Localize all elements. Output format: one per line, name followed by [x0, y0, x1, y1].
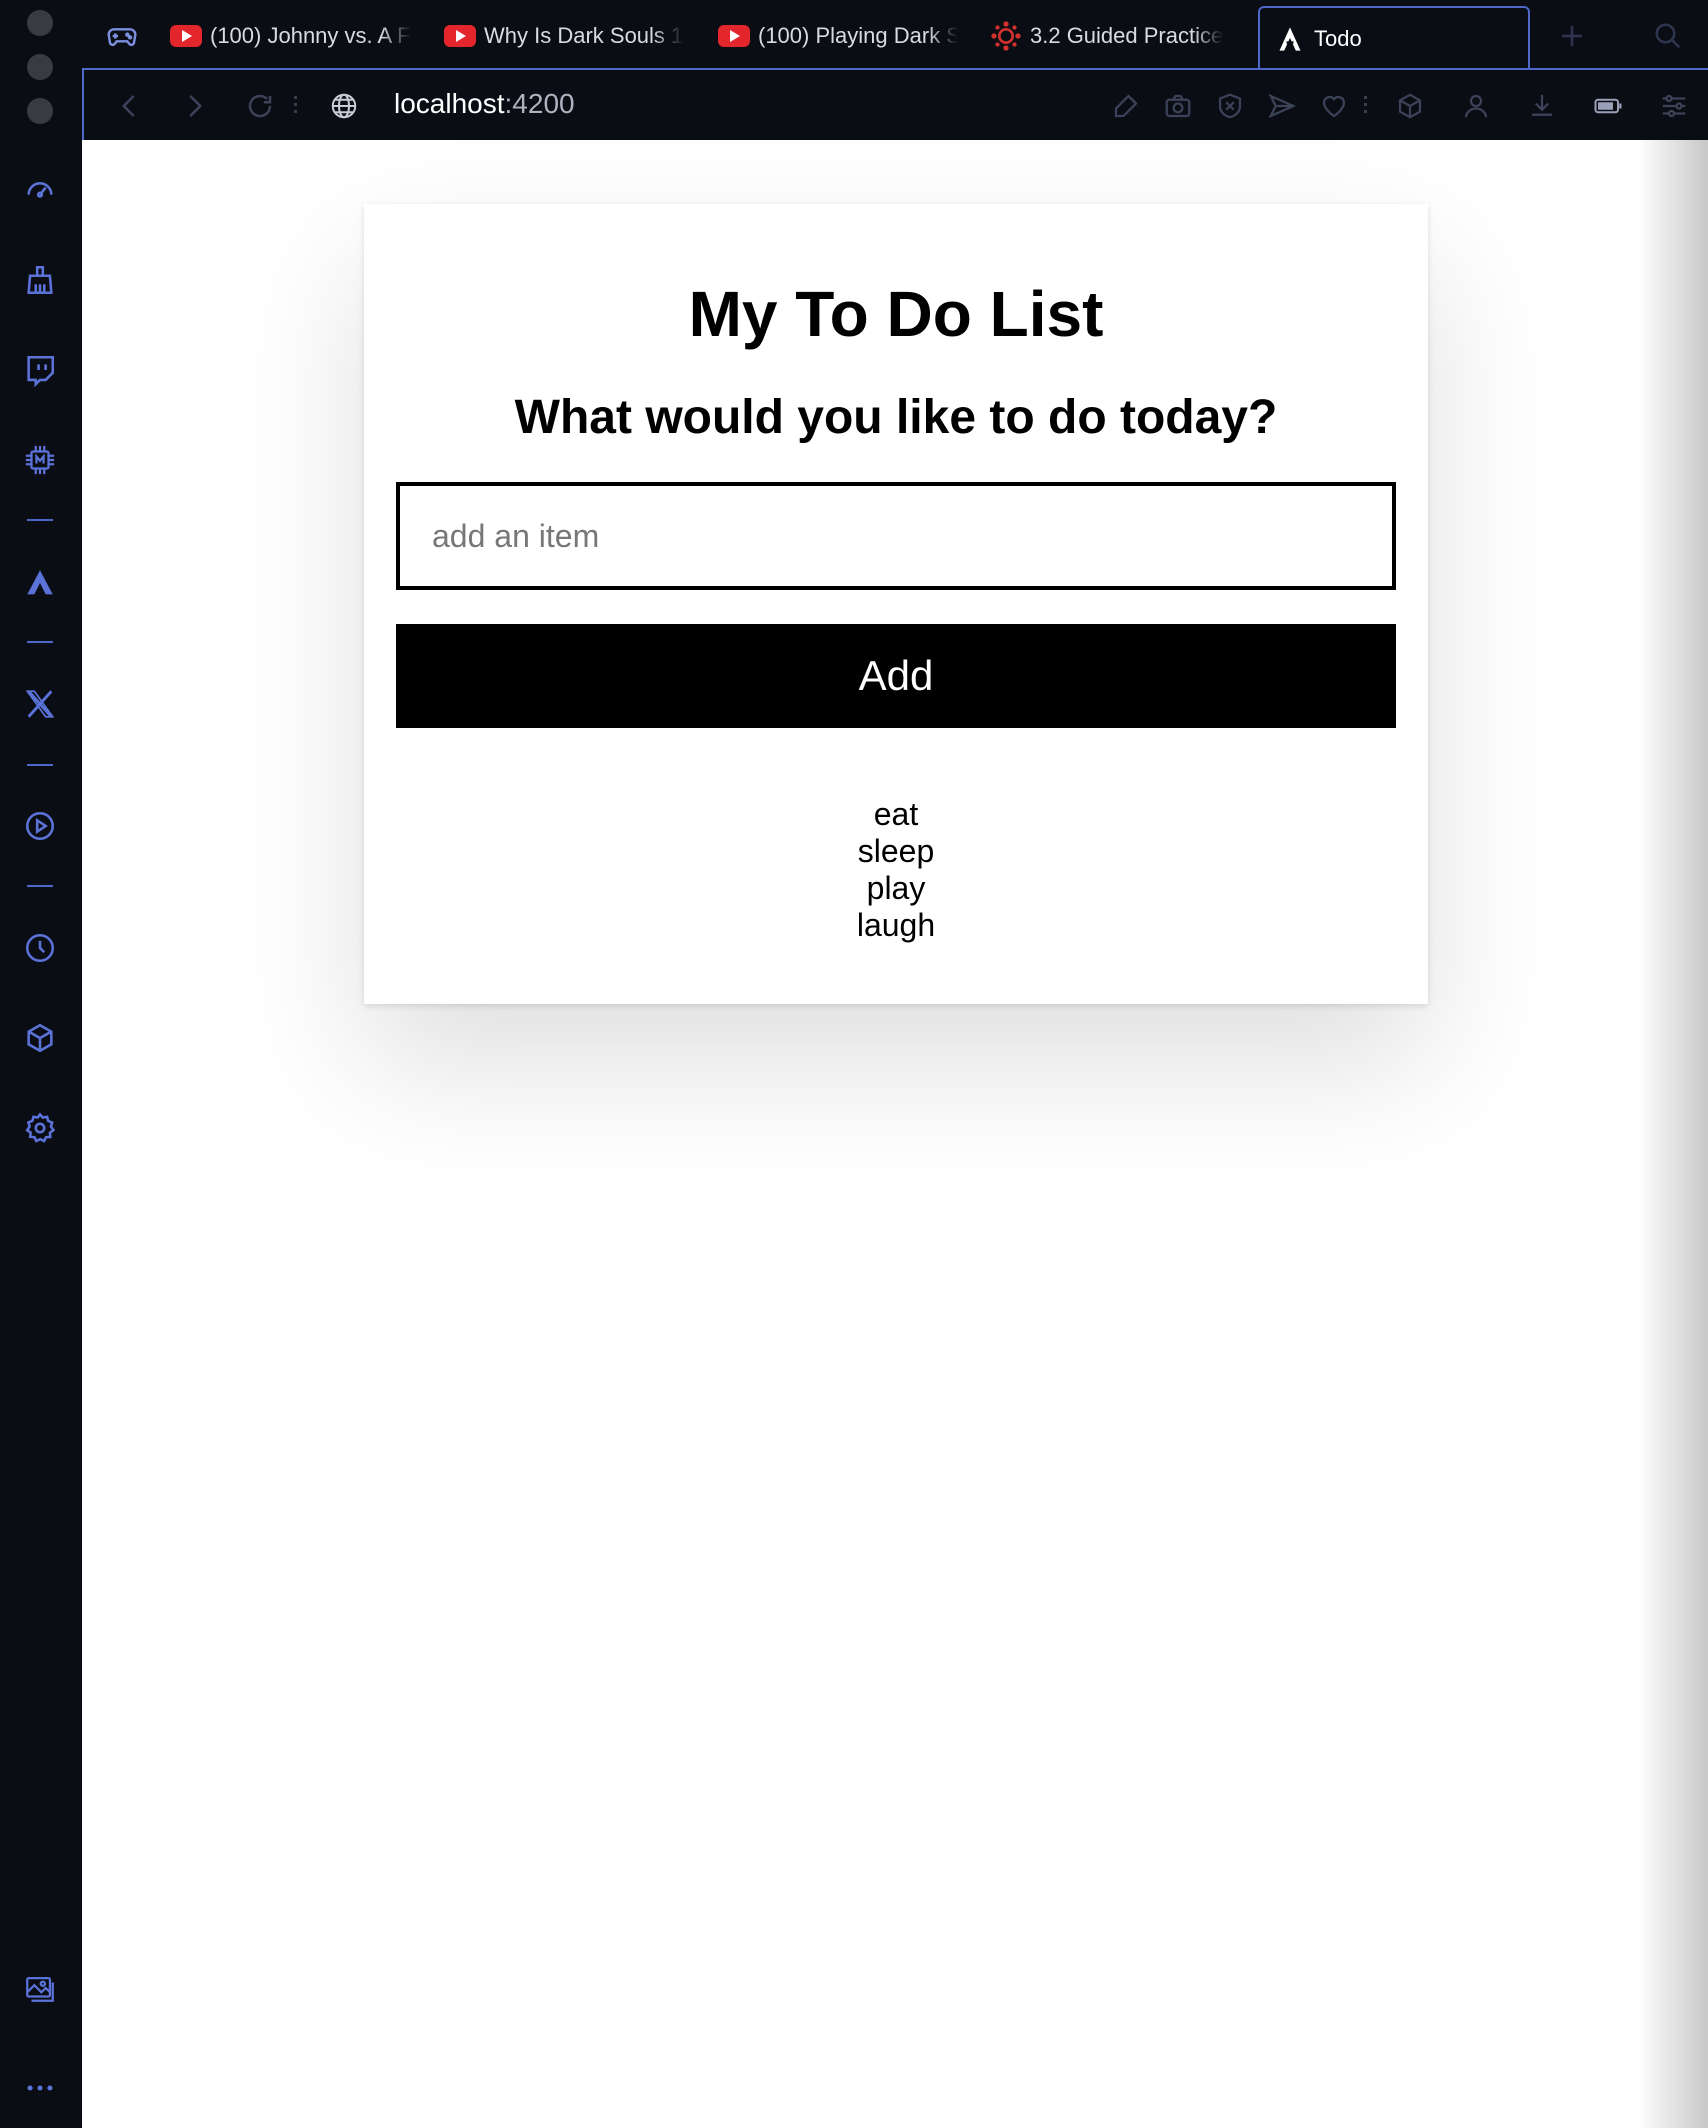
- speed-dial-icon[interactable]: [16, 165, 64, 213]
- toolbar-separator: [1364, 96, 1367, 116]
- reload-button[interactable]: [238, 84, 282, 128]
- url-host: localhost: [394, 88, 505, 119]
- chevron-left-icon: [121, 95, 135, 117]
- tab-label: (100) Playing Dark S: [758, 23, 958, 48]
- edit-bookmark-button[interactable]: [1104, 84, 1148, 128]
- download-icon: [1532, 94, 1552, 116]
- player-icon[interactable]: [16, 802, 64, 850]
- battery-icon: [1594, 98, 1622, 114]
- settings-icon[interactable]: [16, 1104, 64, 1152]
- list-item: play: [866, 870, 926, 906]
- forward-button[interactable]: [172, 84, 216, 128]
- tab-search-button[interactable]: [1648, 8, 1688, 64]
- tab-dark-souls-video[interactable]: Why Is Dark Souls 1: [444, 8, 684, 64]
- cube-icon[interactable]: [16, 1014, 64, 1062]
- globe-icon: [331, 93, 357, 119]
- downloads-button[interactable]: [1520, 84, 1564, 128]
- search-icon: [1655, 23, 1681, 49]
- pencil-icon: [1114, 94, 1138, 118]
- favorite-button[interactable]: [1312, 84, 1356, 128]
- twitch-icon[interactable]: [16, 346, 64, 394]
- address-bar: localhost:4200: [82, 68, 1708, 140]
- new-tab-button[interactable]: [1552, 8, 1592, 64]
- tab-label: 3.2 Guided Practice: [1030, 23, 1224, 48]
- site-info-button[interactable]: [322, 84, 366, 128]
- aria-icon[interactable]: [16, 559, 64, 607]
- add-item-input[interactable]: [396, 482, 1396, 590]
- chevron-right-icon: [189, 95, 203, 117]
- page-subtitle: What would you like to do today?: [514, 391, 1278, 444]
- tab-todo[interactable]: Todo: [1258, 6, 1530, 70]
- youtube-icon: [444, 25, 476, 47]
- minimize-window-button[interactable]: [27, 54, 53, 80]
- workspace-icon[interactable]: [102, 8, 142, 64]
- list-item: sleep: [857, 833, 935, 869]
- todo-card: My To Do List What would you like to do …: [364, 204, 1428, 1004]
- page-title: My To Do List: [688, 278, 1104, 350]
- toolbar-separator: [294, 96, 297, 116]
- page-viewport: My To Do List What would you like to do …: [82, 140, 1708, 2128]
- send-icon: [1268, 93, 1297, 119]
- list-item: eat: [873, 796, 919, 832]
- user-icon: [1464, 94, 1488, 118]
- tab-bar: (100) Johnny vs. A F Why Is Dark Souls 1…: [82, 0, 1708, 70]
- canvas-icon: [991, 21, 1021, 51]
- sidebar-divider: [27, 885, 53, 887]
- camera-icon: [1165, 94, 1191, 118]
- send-button[interactable]: [1260, 84, 1304, 128]
- sidebar-divider: [27, 519, 53, 521]
- screenshot-button[interactable]: [1156, 84, 1200, 128]
- plus-icon: [1562, 26, 1582, 46]
- history-icon[interactable]: [16, 924, 64, 972]
- add-button[interactable]: Add: [396, 624, 1396, 728]
- shield-icon: [1218, 93, 1242, 119]
- gallery-icon[interactable]: [16, 1964, 64, 2012]
- profile-button[interactable]: [1454, 84, 1498, 128]
- tab-label: Why Is Dark Souls 1: [484, 23, 684, 48]
- tab-label: (100) Johnny vs. A F: [210, 23, 411, 48]
- sliders-icon: [1662, 94, 1686, 118]
- browser-sidebar: [0, 0, 82, 2128]
- cube-icon: [1398, 93, 1422, 119]
- adblock-button[interactable]: [1208, 84, 1252, 128]
- heart-icon: [1322, 95, 1346, 118]
- scroll-shadow: [1638, 140, 1708, 2128]
- extensions-button[interactable]: [1388, 84, 1432, 128]
- back-button[interactable]: [108, 84, 152, 128]
- todo-list: eat sleep play laugh: [364, 796, 1428, 944]
- tab-label: Todo: [1314, 26, 1362, 51]
- sidebar-divider: [27, 764, 53, 766]
- url-port: :4200: [504, 88, 575, 119]
- x-icon[interactable]: [16, 680, 64, 728]
- battery-saver-button[interactable]: [1586, 84, 1630, 128]
- easy-setup-button[interactable]: [1652, 84, 1696, 128]
- reload-icon: [248, 94, 272, 118]
- youtube-icon: [170, 25, 202, 47]
- memory-chip-icon[interactable]: [16, 436, 64, 484]
- list-item: laugh: [856, 907, 936, 943]
- sidebar-divider: [27, 641, 53, 643]
- url-text[interactable]: localhost:4200: [394, 88, 575, 120]
- youtube-icon: [718, 25, 750, 47]
- more-icon[interactable]: [16, 2064, 64, 2112]
- tab-playing-dark-souls-video[interactable]: (100) Playing Dark S: [718, 8, 958, 64]
- close-window-button[interactable]: [27, 10, 53, 36]
- broom-icon[interactable]: [16, 256, 64, 304]
- angular-icon: [1279, 27, 1301, 51]
- maximize-window-button[interactable]: [27, 98, 53, 124]
